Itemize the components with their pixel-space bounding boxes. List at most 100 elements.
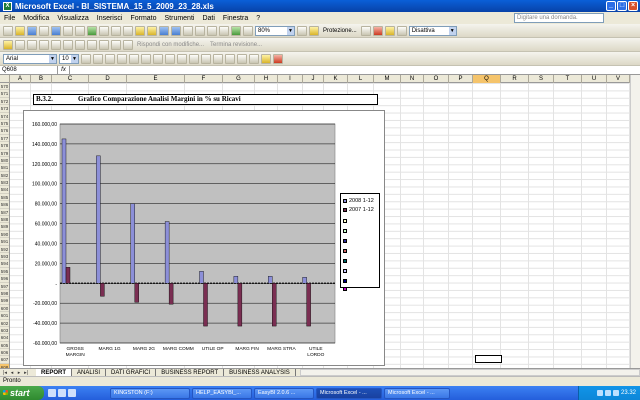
- taskbar-item[interactable]: HELP_EASYBI_...: [192, 387, 252, 399]
- review4-icon[interactable]: [39, 39, 49, 50]
- reply-with-changes-button[interactable]: Rispondi con modifiche...: [135, 42, 206, 48]
- network-icon[interactable]: [596, 390, 603, 396]
- row-header[interactable]: 575: [0, 120, 9, 128]
- tool3-icon[interactable]: [396, 25, 407, 36]
- column-header[interactable]: C: [52, 75, 89, 83]
- row-header[interactable]: 570: [0, 83, 9, 91]
- menu-finestra[interactable]: Finestra: [219, 15, 252, 22]
- menu-strumenti[interactable]: Strumenti: [161, 15, 199, 22]
- row-header[interactable]: 572: [0, 98, 9, 106]
- format-painter-icon[interactable]: [147, 25, 157, 36]
- borders-icon[interactable]: [249, 53, 259, 64]
- column-header[interactable]: F: [185, 75, 223, 83]
- row-header[interactable]: 603: [0, 327, 9, 335]
- review8-icon[interactable]: [87, 39, 97, 50]
- merge-center-icon[interactable]: [153, 53, 163, 64]
- row-header[interactable]: 595: [0, 268, 9, 276]
- email-icon[interactable]: [51, 25, 61, 36]
- row-header[interactable]: 586: [0, 201, 9, 209]
- review9-icon[interactable]: [99, 39, 109, 50]
- row-header[interactable]: 605: [0, 342, 9, 350]
- vertical-scrollbar[interactable]: [630, 75, 640, 368]
- thousands-icon[interactable]: [189, 53, 199, 64]
- column-header[interactable]: D: [89, 75, 127, 83]
- row-header[interactable]: 600: [0, 305, 9, 313]
- active-cell[interactable]: [475, 355, 502, 363]
- formula-input[interactable]: [70, 66, 640, 74]
- row-header[interactable]: 589: [0, 223, 9, 231]
- review11-icon[interactable]: [123, 39, 133, 50]
- column-header[interactable]: J: [303, 75, 324, 83]
- open-icon[interactable]: [15, 25, 25, 36]
- paste-icon[interactable]: [135, 25, 145, 36]
- redo-icon[interactable]: [171, 25, 181, 36]
- font-color-icon[interactable]: [273, 53, 283, 64]
- row-header[interactable]: 582: [0, 172, 9, 180]
- review10-icon[interactable]: [111, 39, 121, 50]
- column-header[interactable]: A: [10, 75, 31, 83]
- align-left-icon[interactable]: [117, 53, 127, 64]
- menu-file[interactable]: File: [0, 15, 19, 22]
- increase-decimal-icon[interactable]: [201, 53, 211, 64]
- row-header[interactable]: 588: [0, 216, 9, 224]
- align-center-icon[interactable]: [129, 53, 139, 64]
- column-header[interactable]: S: [529, 75, 554, 83]
- last-tab-icon[interactable]: ▸|: [23, 370, 29, 376]
- row-header[interactable]: 601: [0, 312, 9, 320]
- drawing-icon[interactable]: [243, 25, 253, 36]
- sort-asc-icon[interactable]: [207, 25, 217, 36]
- zoom-select[interactable]: 80% ▼: [255, 25, 295, 36]
- prev-tab-icon[interactable]: ◂: [9, 370, 15, 376]
- review7-icon[interactable]: [75, 39, 85, 50]
- ie-icon[interactable]: [48, 389, 56, 397]
- currency-icon[interactable]: [165, 53, 175, 64]
- tool-icon[interactable]: [372, 25, 383, 36]
- font-size-select[interactable]: 10 ▼: [59, 53, 79, 64]
- column-header[interactable]: O: [424, 75, 449, 83]
- column-header[interactable]: H: [255, 75, 278, 83]
- taskbar-item[interactable]: Microsoft Excel - ...: [316, 387, 382, 399]
- print-icon[interactable]: [63, 25, 73, 36]
- column-header[interactable]: T: [554, 75, 582, 83]
- help-question-input[interactable]: Digitare una domanda.: [514, 13, 604, 23]
- sort-desc-icon[interactable]: [219, 25, 229, 36]
- column-header[interactable]: G: [223, 75, 255, 83]
- permission-icon[interactable]: [39, 25, 49, 36]
- maximize-button[interactable]: □: [617, 1, 627, 11]
- edit-area-icon[interactable]: [360, 25, 371, 36]
- row-header[interactable]: 580: [0, 157, 9, 165]
- column-header[interactable]: R: [501, 75, 529, 83]
- column-header[interactable]: N: [401, 75, 424, 83]
- row-header[interactable]: 574: [0, 113, 9, 120]
- next-tab-icon[interactable]: ▸: [16, 370, 22, 376]
- desktop-icon[interactable]: [58, 389, 66, 397]
- review2-icon[interactable]: [15, 39, 25, 50]
- row-header[interactable]: 604: [0, 334, 9, 342]
- new-icon[interactable]: [3, 25, 13, 36]
- row-header[interactable]: 607: [0, 356, 9, 364]
- review3-icon[interactable]: [27, 39, 37, 50]
- increase-indent-icon[interactable]: [237, 53, 247, 64]
- column-header[interactable]: B: [31, 75, 52, 83]
- fx-icon[interactable]: fx: [58, 66, 70, 74]
- margin-comparison-chart[interactable]: 160.000,00 140.000,00 120.000,00 100.000,00…: [23, 110, 385, 366]
- menu-visualizza[interactable]: Visualizza: [53, 15, 92, 22]
- column-header[interactable]: V: [607, 75, 630, 83]
- row-header[interactable]: 602: [0, 320, 9, 327]
- column-header[interactable]: Q: [473, 75, 501, 83]
- column-header[interactable]: P: [449, 75, 473, 83]
- menu-dati[interactable]: Dati: [198, 15, 218, 22]
- outlook-icon[interactable]: [68, 389, 76, 397]
- row-header[interactable]: 584: [0, 186, 9, 194]
- column-header[interactable]: L: [348, 75, 374, 83]
- volume-icon[interactable]: [604, 390, 611, 396]
- menu-modifica[interactable]: Modifica: [19, 15, 53, 22]
- decrease-indent-icon[interactable]: [225, 53, 235, 64]
- row-header[interactable]: 606: [0, 349, 9, 357]
- horizontal-scrollbar[interactable]: [299, 369, 640, 376]
- column-header[interactable]: K: [324, 75, 348, 83]
- row-header[interactable]: 592: [0, 246, 9, 253]
- row-header[interactable]: 576: [0, 127, 9, 135]
- minimize-button[interactable]: _: [606, 1, 616, 11]
- row-header[interactable]: 585: [0, 194, 9, 202]
